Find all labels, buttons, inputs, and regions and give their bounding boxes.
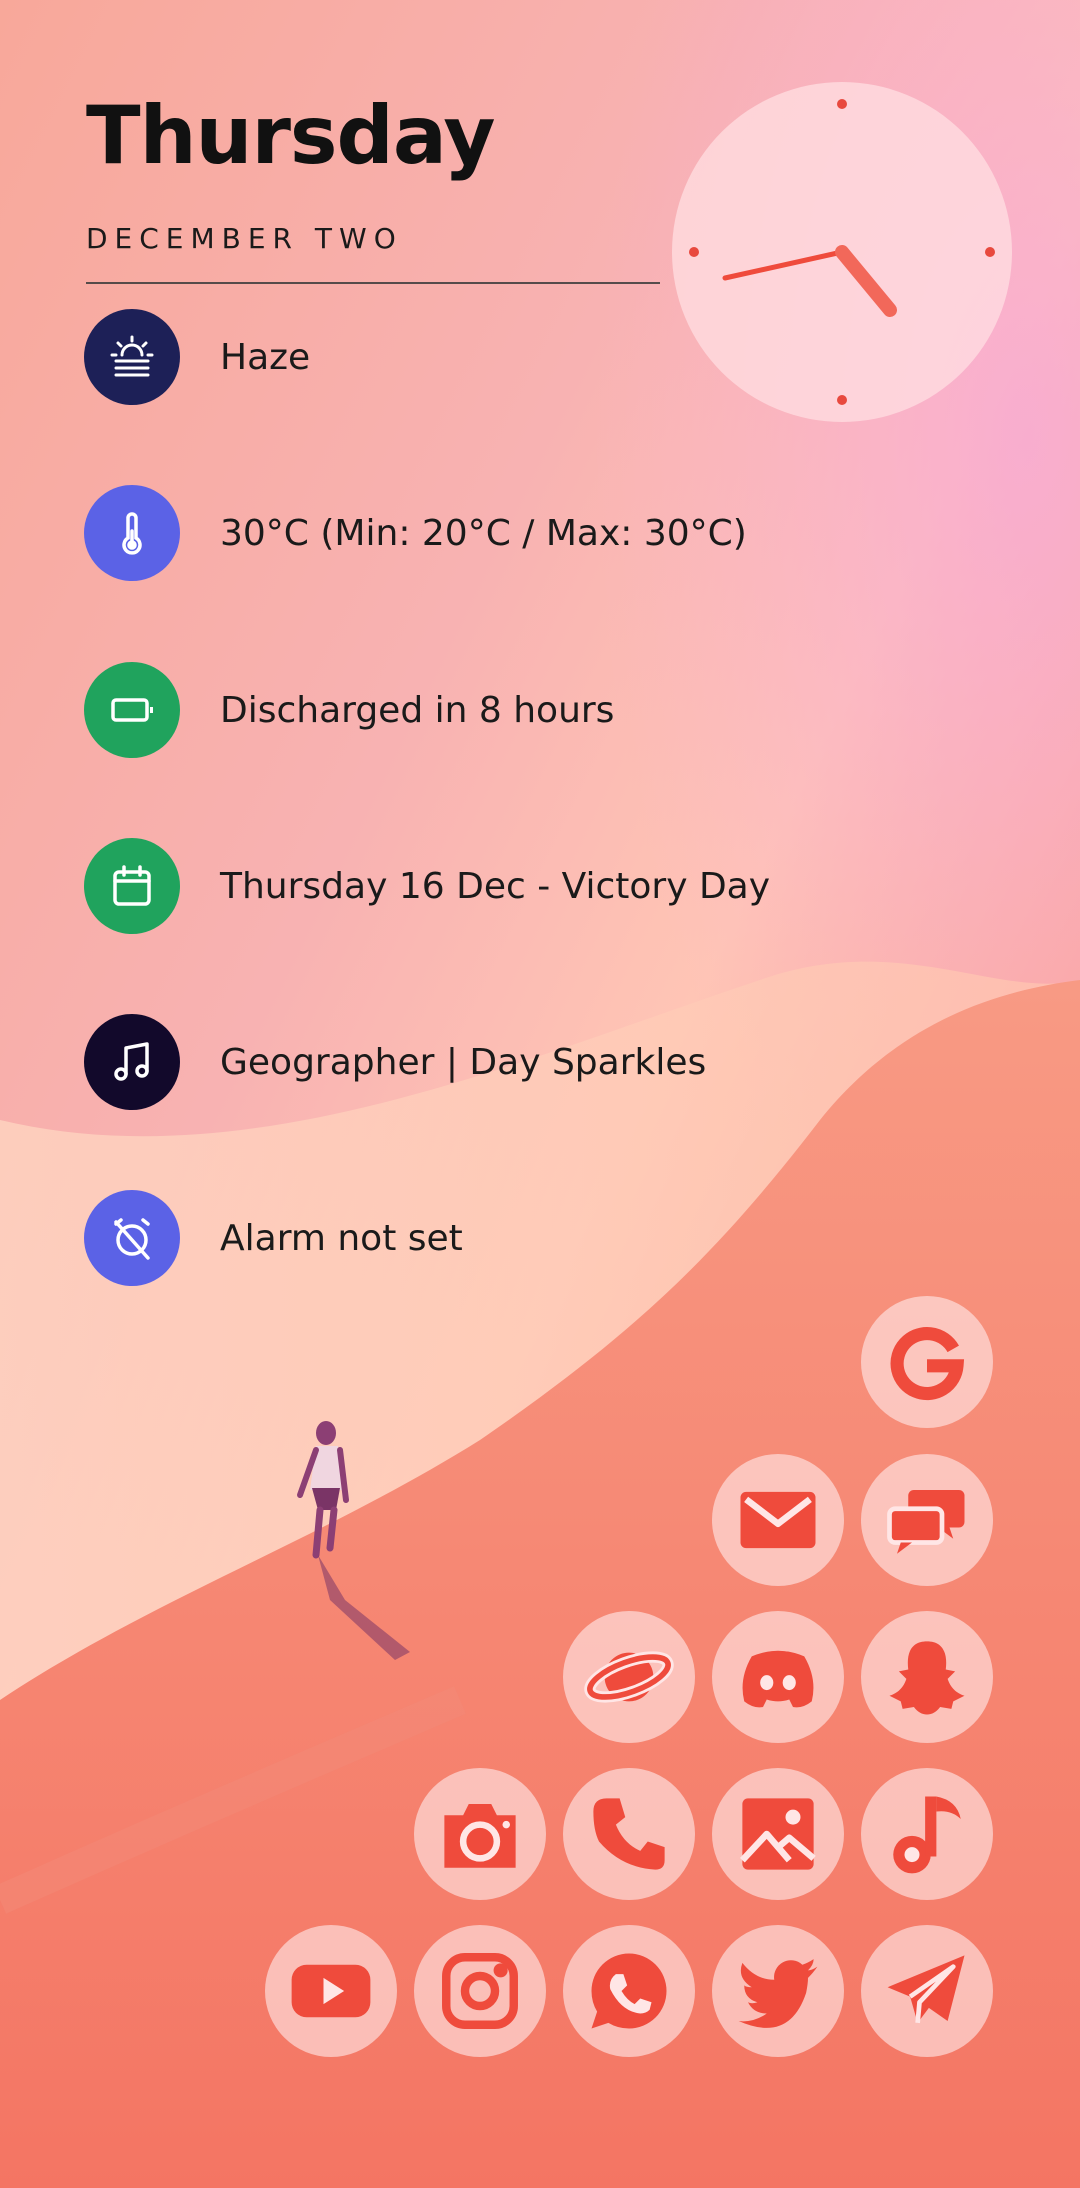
- battery-widget[interactable]: Discharged in 8 hours: [84, 662, 614, 758]
- battery-icon: [84, 662, 180, 758]
- alarm-status-text: Alarm not set: [220, 1217, 463, 1259]
- weather-condition-text: Haze: [220, 336, 311, 378]
- now-playing-text: Geographer | Day Sparkles: [220, 1041, 707, 1083]
- music-note-icon: [84, 1014, 180, 1110]
- snapchat-app-icon[interactable]: [861, 1611, 993, 1743]
- telegram-app-icon[interactable]: [861, 1925, 993, 2057]
- phone-app-icon[interactable]: [563, 1768, 695, 1900]
- twitter-app-icon[interactable]: [712, 1925, 844, 2057]
- instagram-app-icon[interactable]: [414, 1925, 546, 2057]
- alarm-widget[interactable]: Alarm not set: [84, 1190, 463, 1286]
- messages-app-icon[interactable]: [861, 1454, 993, 1586]
- calendar-icon: [84, 838, 180, 934]
- youtube-app-icon[interactable]: [265, 1925, 397, 2057]
- now-playing-widget[interactable]: Geographer | Day Sparkles: [84, 1014, 706, 1110]
- whatsapp-app-icon[interactable]: [563, 1925, 695, 2057]
- weather-condition-widget[interactable]: Haze: [84, 309, 310, 405]
- header-divider: [86, 282, 660, 284]
- temperature-text: 30°C (Min: 20°C / Max: 30°C): [220, 512, 747, 554]
- email-app-icon[interactable]: [712, 1454, 844, 1586]
- weather-haze-icon: [84, 309, 180, 405]
- date-header: Thursday DECEMBER TWO: [86, 89, 495, 256]
- alarm-off-icon: [84, 1190, 180, 1286]
- browser-app-icon[interactable]: [563, 1611, 695, 1743]
- calendar-event-text: Thursday 16 Dec - Victory Day: [220, 865, 771, 907]
- calendar-event-widget[interactable]: Thursday 16 Dec - Victory Day: [84, 838, 770, 934]
- date-subtitle: DECEMBER TWO: [86, 222, 403, 255]
- day-title: Thursday: [86, 89, 495, 182]
- thermometer-icon: [84, 485, 180, 581]
- gallery-app-icon[interactable]: [712, 1768, 844, 1900]
- temperature-widget[interactable]: 30°C (Min: 20°C / Max: 30°C): [84, 485, 747, 581]
- discord-app-icon[interactable]: [712, 1611, 844, 1743]
- google-app-icon[interactable]: [861, 1296, 993, 1428]
- battery-status-text: Discharged in 8 hours: [220, 689, 615, 731]
- music-app-icon[interactable]: [861, 1768, 993, 1900]
- analog-clock-widget[interactable]: [672, 82, 1012, 422]
- camera-app-icon[interactable]: [414, 1768, 546, 1900]
